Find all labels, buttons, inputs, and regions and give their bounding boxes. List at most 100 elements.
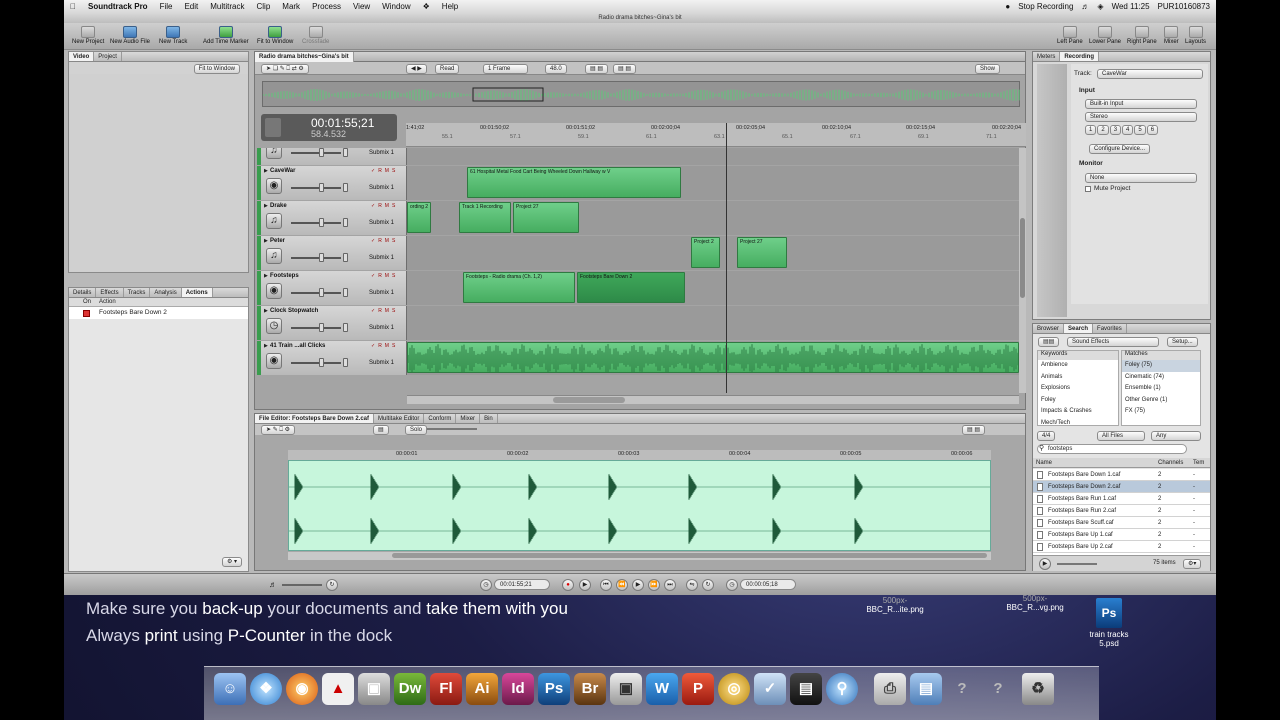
volume-thumb[interactable] [319,358,324,367]
track-output[interactable]: Submix 1 [369,255,394,261]
dock-safari-icon[interactable]: ❖ [250,673,282,705]
track-volume-slider[interactable] [291,257,341,259]
keyword-item[interactable]: Impacts & Crashes [1038,406,1118,418]
tab-video[interactable]: Video [69,52,95,61]
keyword-item[interactable]: Foley [1038,395,1118,407]
snap-value-select[interactable]: 1 Frame [483,64,528,74]
track-0[interactable]: ▶Alistair✓RMS♫Submix 1 [257,148,1019,165]
new-track-button[interactable]: New Track [159,26,187,45]
desktop-file-bbc-svg[interactable]: 500px- BBC_R...vg.png [1004,594,1066,612]
volume-thumb[interactable] [319,218,324,227]
result-row[interactable]: Footsteps Bare Run 2.caf 2 - [1033,505,1210,517]
disclosure-triangle-icon[interactable]: ▶ [264,238,268,244]
track-name[interactable]: 41 Train ...all Clicks [270,343,325,349]
dock-finder-icon[interactable]: ☺ [214,673,246,705]
audio-region[interactable]: Track 1 Recording [459,202,511,233]
dock-utility-icon[interactable]: ✓ [754,673,786,705]
play-button[interactable]: ▶ [579,579,591,591]
browser-gear-icon[interactable]: ⚙▾ [1183,559,1202,569]
layout-buttons[interactable]: ▤ ▤ [613,64,637,74]
track-output[interactable]: Submix 1 [369,185,394,191]
track-6[interactable]: ▶ 41 Train ...all Clicks ✓RMS ◉ Submix 1 [257,341,1019,375]
pan-thumb[interactable] [343,358,348,367]
dock-firefox-icon[interactable]: ◉ [286,673,318,705]
track-4[interactable]: ▶ Footsteps ✓RMS ◉ Submix 1 Footsteps - Radio… [257,271,1019,305]
mixer-button[interactable]: Mixer [1164,26,1179,45]
menu-clip[interactable]: Clip [251,2,277,11]
keyword-item[interactable]: Ambience [1038,360,1118,372]
fast-forward-button[interactable]: ⏩ [648,579,660,591]
menu-multitrack[interactable]: Multitrack [204,2,250,11]
view-buttons[interactable]: ▤ ▤ [585,64,609,74]
preview-play-icon[interactable]: ▶ [1039,558,1051,570]
track-lane[interactable] [407,306,1019,340]
track-header[interactable]: ▶ 41 Train ...all Clicks ✓RMS ◉ Submix 1 [257,341,407,375]
menu-process[interactable]: Process [306,2,347,11]
files-select[interactable]: All Files [1097,431,1145,441]
track-volume-slider[interactable] [291,327,341,329]
volume-thumb[interactable] [319,253,324,262]
master-volume-slider[interactable] [282,584,322,586]
track-lane[interactable]: 61 Hospital Metal Food Cart Being Wheele… [407,166,1019,200]
track-select[interactable]: CaveWar [1097,69,1203,79]
dock-final-cut-icon[interactable]: ▤ [790,673,822,705]
disclosure-triangle-icon[interactable]: ▶ [264,343,268,349]
go-to-end-button[interactable]: ⏭ [664,579,676,591]
editor-ruler[interactable]: 00:00:01 00:00:02 00:00:03 00:00:04 00:00:05… [288,450,991,460]
track-mute-solo-buttons[interactable]: ✓RMS [371,238,398,244]
menu-help[interactable]: Help [436,2,464,11]
global-timeline-view[interactable] [262,81,1020,107]
track-header[interactable]: ▶ Peter ✓RMS ♫ Submix 1 [257,236,407,270]
track-header[interactable]: ▶ Drake ✓RMS ♫ Submix 1 [257,201,407,235]
meter-select[interactable]: 4/4 [1037,431,1056,441]
track-name[interactable]: Clock Stopwatch [270,308,318,314]
tab-details[interactable]: Details [69,288,97,297]
right-pane-button[interactable]: Right Pane [1127,26,1157,45]
channel-6-button[interactable]: 6 [1146,125,1159,135]
tab-conform[interactable]: Conform [424,414,457,423]
input-device-select[interactable]: Built-in Input [1085,99,1197,109]
track-name[interactable]: CaveWar [270,168,295,174]
disclosure-triangle-icon[interactable]: ▶ [264,308,268,314]
track-lane[interactable]: ording 2 Track 1 Recording Project 27 [407,201,1019,235]
horizontal-scrollbar[interactable] [407,395,1019,404]
cycle-button[interactable]: ⇋ [686,579,698,591]
tab-mixer[interactable]: Mixer [456,414,481,423]
desktop-file-bbc-white[interactable]: 500px- BBC_R...ite.png [864,596,926,614]
playhead[interactable] [726,123,727,393]
clock[interactable]: Wed 11:25 [1112,2,1150,11]
track-lane[interactable]: Project 2 Project 27 [407,236,1019,270]
dock-preview-icon[interactable]: ▣ [358,673,390,705]
user-menu[interactable]: PUR10160873 [1158,2,1210,11]
play-forward-button[interactable]: ▶ [632,579,644,591]
stop-recording-icon[interactable]: ● [1005,2,1010,11]
vscroll-thumb[interactable] [1020,218,1025,298]
channel-3-button[interactable]: 3 [1109,125,1122,135]
track-header[interactable]: ▶ Footsteps ✓RMS ◉ Submix 1 [257,271,407,305]
track-name[interactable]: Footsteps [270,273,299,279]
category-select[interactable]: Sound Effects [1067,337,1159,347]
track-header[interactable]: ▶ Clock Stopwatch ✓RMS ◷ Submix 1 [257,306,407,340]
tab-bin[interactable]: Bin [480,414,498,423]
new-project-button[interactable]: New Project [72,26,104,45]
any-select[interactable]: Any [1151,431,1201,441]
track-2[interactable]: ▶ Drake ✓RMS ♫ Submix 1 ording 2 Track 1 Recor… [257,201,1019,235]
track-5[interactable]: ▶ Clock Stopwatch ✓RMS ◷ Submix 1 [257,306,1019,340]
tab-project[interactable]: Project [94,52,122,61]
tab-tracks[interactable]: Tracks [124,288,151,297]
editor-view-buttons[interactable]: ▤ ▤ [961,425,985,435]
track-output[interactable]: Submix 1 [369,360,394,366]
fit-to-window-select[interactable]: Fit to Window [193,64,240,74]
track-header[interactable]: ▶ CaveWar ✓RMS ◉ Submix 1 [257,166,407,200]
match-item[interactable]: Cinematic (74) [1122,372,1200,384]
rewind-button[interactable]: ⏪ [616,579,628,591]
automation-mode-select[interactable]: Read [435,64,460,74]
dock-folder-icon[interactable]: ▤ [910,673,942,705]
pan-thumb[interactable] [343,218,348,227]
result-row[interactable]: Footsteps Bare Down 1.caf 2 - [1033,469,1210,481]
match-item[interactable]: Other Genre (1) [1122,395,1200,407]
add-time-marker-button[interactable]: Add Time Marker [203,26,249,45]
track-output[interactable]: Submix 1 [369,220,394,226]
audio-region[interactable]: Project 2 [691,237,720,268]
transport-duration[interactable]: 00:00:05;18 [740,579,796,590]
